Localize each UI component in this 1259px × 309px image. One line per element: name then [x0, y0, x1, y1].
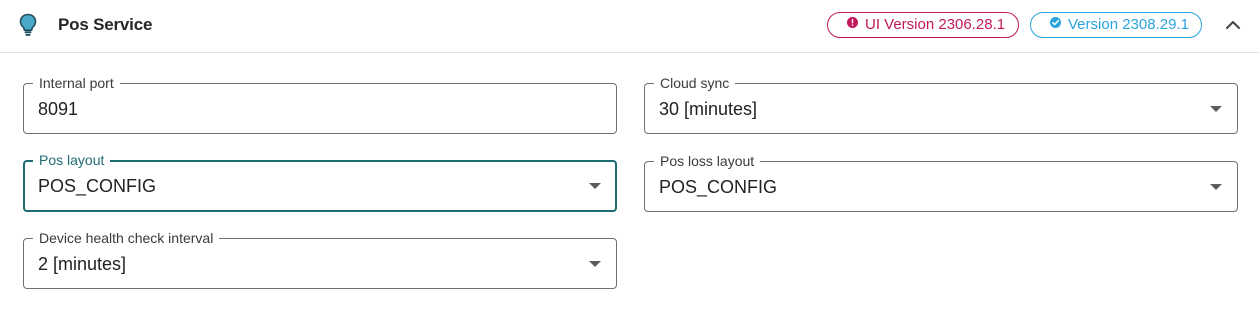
internal-port-field[interactable]: Internal port 8091: [23, 75, 617, 134]
chevron-up-icon[interactable]: [1222, 14, 1244, 36]
pos-loss-layout-value: POS_CONFIG: [659, 177, 778, 197]
pos-loss-layout-label: Pos loss layout: [654, 153, 761, 169]
cloud-sync-select[interactable]: Cloud sync 30 [minutes]: [644, 75, 1238, 134]
version-badge: Version 2308.29.1: [1030, 12, 1202, 38]
dropdown-arrow-icon[interactable]: [1210, 106, 1222, 112]
lightbulb-icon: [19, 13, 37, 36]
panel-header[interactable]: Pos Service UI Version 2306.28.1 Version…: [0, 0, 1259, 53]
check-circle-icon: [1050, 17, 1061, 28]
panel-title: Pos Service: [58, 15, 153, 34]
alert-icon: [847, 17, 858, 28]
dropdown-arrow-icon[interactable]: [1210, 184, 1222, 190]
dropdown-arrow-icon[interactable]: [589, 183, 601, 189]
internal-port-label: Internal port: [33, 75, 120, 91]
dropdown-arrow-icon[interactable]: [589, 261, 601, 267]
pos-layout-label: Pos layout: [33, 152, 111, 168]
ui-version-badge: UI Version 2306.28.1: [827, 12, 1019, 38]
device-health-check-interval-value: 2 [minutes]: [38, 254, 127, 274]
cloud-sync-label: Cloud sync: [654, 75, 736, 91]
device-health-check-interval-select[interactable]: Device health check interval 2 [minutes]: [23, 230, 617, 289]
cloud-sync-value: 30 [minutes]: [659, 99, 758, 119]
pos-loss-layout-select[interactable]: Pos loss layout POS_CONFIG: [644, 153, 1238, 212]
ui-version-text: UI Version 2306.28.1: [865, 16, 1006, 33]
internal-port-value[interactable]: 8091: [38, 98, 78, 120]
pos-layout-value: POS_CONFIG: [38, 176, 157, 196]
pos-layout-select[interactable]: Pos layout POS_CONFIG: [23, 152, 617, 212]
device-health-check-interval-label: Device health check interval: [33, 230, 220, 246]
version-text: Version 2308.29.1: [1068, 16, 1189, 33]
